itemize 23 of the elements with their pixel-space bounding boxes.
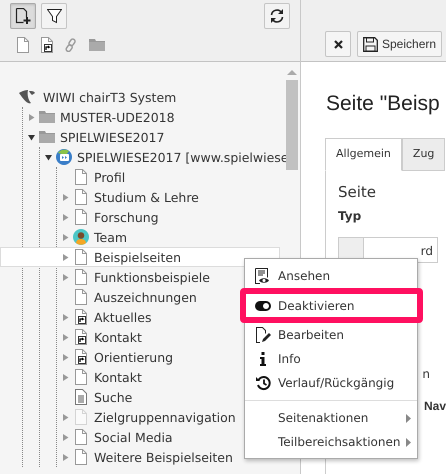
tree-item-label: Profil [94, 170, 126, 184]
tree-item-label: MUSTER-UDE2018 [60, 110, 175, 124]
tree-item-label: Team [94, 230, 128, 244]
tree-item-label: Zielgruppennavigation [94, 410, 236, 424]
tree-item-label: Funktionsbeispiele [94, 270, 210, 284]
tree-item-label: Weitere Beispielseiten [94, 450, 233, 464]
tree-item-label: Beispielseiten [94, 250, 182, 264]
page-title: Seite "Beisp [326, 92, 440, 116]
tree-item-label: Orientierung [94, 350, 174, 364]
tree-item-label: Auszeichnungen [94, 290, 197, 304]
tree-item-label: SPIELWIESE2017 [www.spielwiese [77, 150, 288, 164]
tree-item-label: Aktuelles [94, 310, 152, 324]
section-title: Seite [338, 183, 376, 201]
field-label: Typ [338, 209, 362, 223]
tree-item-label: Social Media [94, 430, 173, 444]
tree-item-label: Kontakt [94, 370, 142, 384]
tree-item-label: Studium & Lehre [94, 190, 199, 204]
tree-root-label: WIWI chairT3 System [43, 90, 176, 104]
tree-item-label: Kontakt [94, 330, 142, 344]
tree-item-label: Suche [94, 390, 132, 404]
field-label: Nav [424, 399, 446, 413]
tree-item-label: Forschung [94, 210, 159, 224]
tree-item-label: SPIELWIESE2017 [60, 130, 164, 144]
